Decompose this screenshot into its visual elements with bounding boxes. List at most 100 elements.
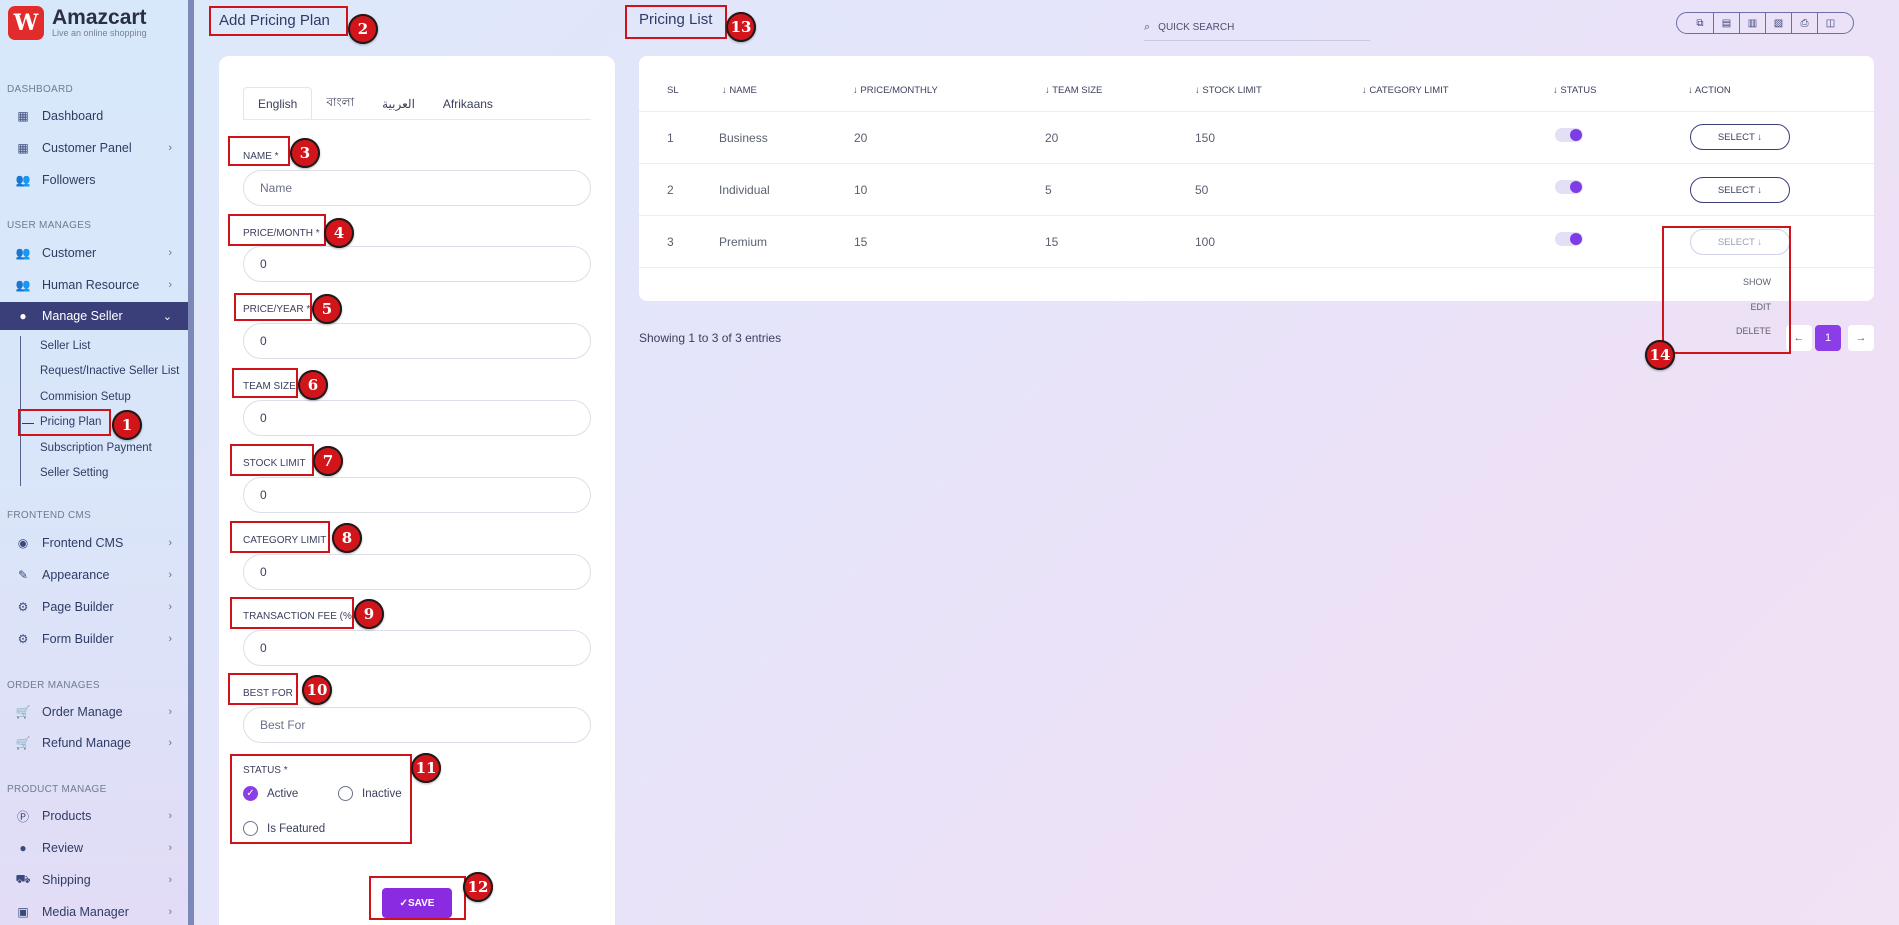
search-icon: ⌕: [1144, 20, 1151, 33]
annotation-badge: 3: [290, 138, 320, 168]
col-price[interactable]: ↓ PRICE/MONTHLY: [853, 85, 938, 96]
status-toggle[interactable]: [1555, 232, 1583, 246]
sidebar-sub-subscription-payment[interactable]: Subscription Payment: [40, 442, 152, 454]
user-icon: ●: [19, 309, 27, 323]
transaction-fee-input[interactable]: [243, 630, 591, 666]
price-year-input[interactable]: [243, 323, 591, 359]
status-toggle[interactable]: [1555, 180, 1583, 194]
sidebar-item-label: Appearance: [42, 568, 110, 582]
cell-team: 15: [1045, 235, 1059, 249]
sidebar-item-label: Manage Seller: [42, 309, 123, 323]
brand-logo[interactable]: W Amazcart Live an online shopping: [8, 6, 147, 40]
annotation-box: [209, 6, 348, 36]
category-limit-input[interactable]: [243, 554, 591, 590]
cogs-icon: ⚙: [17, 632, 29, 646]
csv-icon[interactable]: ▤: [1713, 13, 1739, 33]
tab-bangla[interactable]: বাংলা: [312, 87, 368, 120]
sidebar-item-products[interactable]: Ⓟ Products ›: [0, 802, 188, 830]
arrow-down-icon: ↓: [1757, 184, 1763, 196]
annotation-box: [230, 597, 354, 629]
cell-name: Premium: [719, 235, 768, 249]
annotation-badge: 8: [332, 523, 362, 553]
print-icon[interactable]: ⎙: [1791, 13, 1817, 33]
sidebar-item-customer-panel[interactable]: ▦ Customer Panel ›: [0, 134, 188, 162]
sort-arrow-icon: ↓: [1688, 85, 1695, 96]
select-action-button[interactable]: SELECT ↓: [1690, 177, 1790, 203]
cart-icon: 🛒: [15, 736, 31, 750]
tab-english[interactable]: English: [243, 87, 313, 120]
sidebar-sub-request-inactive[interactable]: Request/Inactive Seller List: [40, 365, 179, 377]
users-icon: 👥: [15, 278, 31, 292]
col-status[interactable]: ↓ STATUS: [1553, 85, 1596, 96]
col-team[interactable]: ↓ TEAM SIZE: [1045, 85, 1102, 96]
sidebar-item-appearance[interactable]: ✎ Appearance ›: [0, 561, 188, 589]
sidebar-item-human-resource[interactable]: 👥 Human Resource ›: [0, 271, 188, 299]
sidebar-item-label: Form Builder: [42, 632, 114, 646]
sidebar-item-label: Media Manager: [42, 905, 129, 919]
annotation-badge: 11: [411, 753, 441, 783]
annotation-badge: 2: [348, 14, 378, 44]
sidebar-item-form-builder[interactable]: ⚙ Form Builder ›: [0, 625, 188, 653]
col-action[interactable]: ↓ ACTION: [1688, 85, 1731, 96]
team-size-input[interactable]: [243, 400, 591, 436]
name-input[interactable]: [243, 170, 591, 206]
pdf-icon[interactable]: ▧: [1765, 13, 1791, 33]
price-month-input[interactable]: [243, 246, 591, 282]
cell-price: 15: [854, 235, 868, 249]
stock-limit-input[interactable]: [243, 477, 591, 513]
annotation-box: [228, 136, 290, 166]
excel-icon[interactable]: ▥: [1739, 13, 1765, 33]
cell-name: Business: [719, 131, 768, 145]
sidebar-item-order-manage[interactable]: 🛒 Order Manage ›: [0, 698, 188, 726]
annotation-badge: 1: [112, 410, 142, 440]
sidebar-item-shipping[interactable]: ⛟ Shipping ›: [0, 866, 188, 894]
col-stock[interactable]: ↓ STOCK LIMIT: [1195, 85, 1262, 96]
sidebar-item-dashboard[interactable]: ▦ Dashboard: [0, 102, 188, 130]
cell-sl: 3: [667, 235, 674, 249]
sidebar-item-review[interactable]: ● Review ›: [0, 834, 188, 862]
arrow-right-icon: →: [1855, 332, 1867, 344]
entries-info: Showing 1 to 3 of 3 entries: [639, 331, 782, 345]
grid-icon: ▦: [17, 109, 29, 123]
annotation-box: [228, 673, 298, 705]
sidebar-item-followers[interactable]: 👥 Followers: [0, 166, 188, 194]
row-divider: [639, 111, 1874, 112]
annotation-box: [232, 368, 298, 398]
sidebar-item-label: Refund Manage: [42, 736, 131, 750]
chevron-right-icon: ›: [168, 810, 172, 822]
cell-team: 20: [1045, 131, 1059, 145]
sidebar-sub-seller-setting[interactable]: Seller Setting: [40, 467, 108, 479]
best-for-input[interactable]: [243, 707, 591, 743]
select-action-button[interactable]: SELECT ↓: [1690, 124, 1790, 150]
annotation-box: [228, 214, 326, 246]
sidebar-item-refund-manage[interactable]: 🛒 Refund Manage ›: [0, 729, 188, 757]
sidebar-item-label: Human Resource: [42, 278, 140, 292]
tab-afrikaans[interactable]: Afrikaans: [429, 87, 507, 120]
sidebar-item-frontend-cms[interactable]: ◉ Frontend CMS ›: [0, 529, 188, 557]
status-toggle[interactable]: [1555, 128, 1583, 142]
annotation-box: [625, 5, 727, 39]
sidebar-item-page-builder[interactable]: ⚙ Page Builder ›: [0, 593, 188, 621]
col-category[interactable]: ↓ CATEGORY LIMIT: [1362, 85, 1449, 96]
quick-search[interactable]: ⌕ QUICK SEARCH: [1144, 14, 1370, 41]
sidebar-sub-seller-list[interactable]: Seller List: [40, 340, 91, 352]
col-name[interactable]: ↓ NAME: [722, 85, 757, 96]
cell-team: 5: [1045, 183, 1052, 197]
annotation-badge: 7: [313, 446, 343, 476]
row-divider: [639, 215, 1874, 216]
pagination-next[interactable]: →: [1848, 325, 1874, 351]
sidebar-item-manage-seller[interactable]: ● Manage Seller ⌄: [0, 302, 188, 330]
sidebar-sub-commision-setup[interactable]: Commision Setup: [40, 391, 131, 403]
sidebar-item-media-manager[interactable]: ▣ Media Manager ›: [0, 898, 188, 925]
copy-icon[interactable]: ⧉: [1687, 13, 1713, 33]
truck-icon: ⛟: [15, 872, 31, 886]
chevron-right-icon: ›: [168, 569, 172, 581]
chevron-right-icon: ›: [168, 874, 172, 886]
sidebar-item-customer[interactable]: 👥 Customer ›: [0, 239, 188, 267]
pagination-page[interactable]: 1: [1815, 325, 1841, 351]
columns-icon[interactable]: ◫: [1817, 13, 1843, 33]
annotation-badge: 13: [726, 12, 756, 42]
row-divider: [639, 163, 1874, 164]
tab-arabic[interactable]: العربية: [368, 87, 429, 120]
chevron-right-icon: ›: [168, 906, 172, 918]
